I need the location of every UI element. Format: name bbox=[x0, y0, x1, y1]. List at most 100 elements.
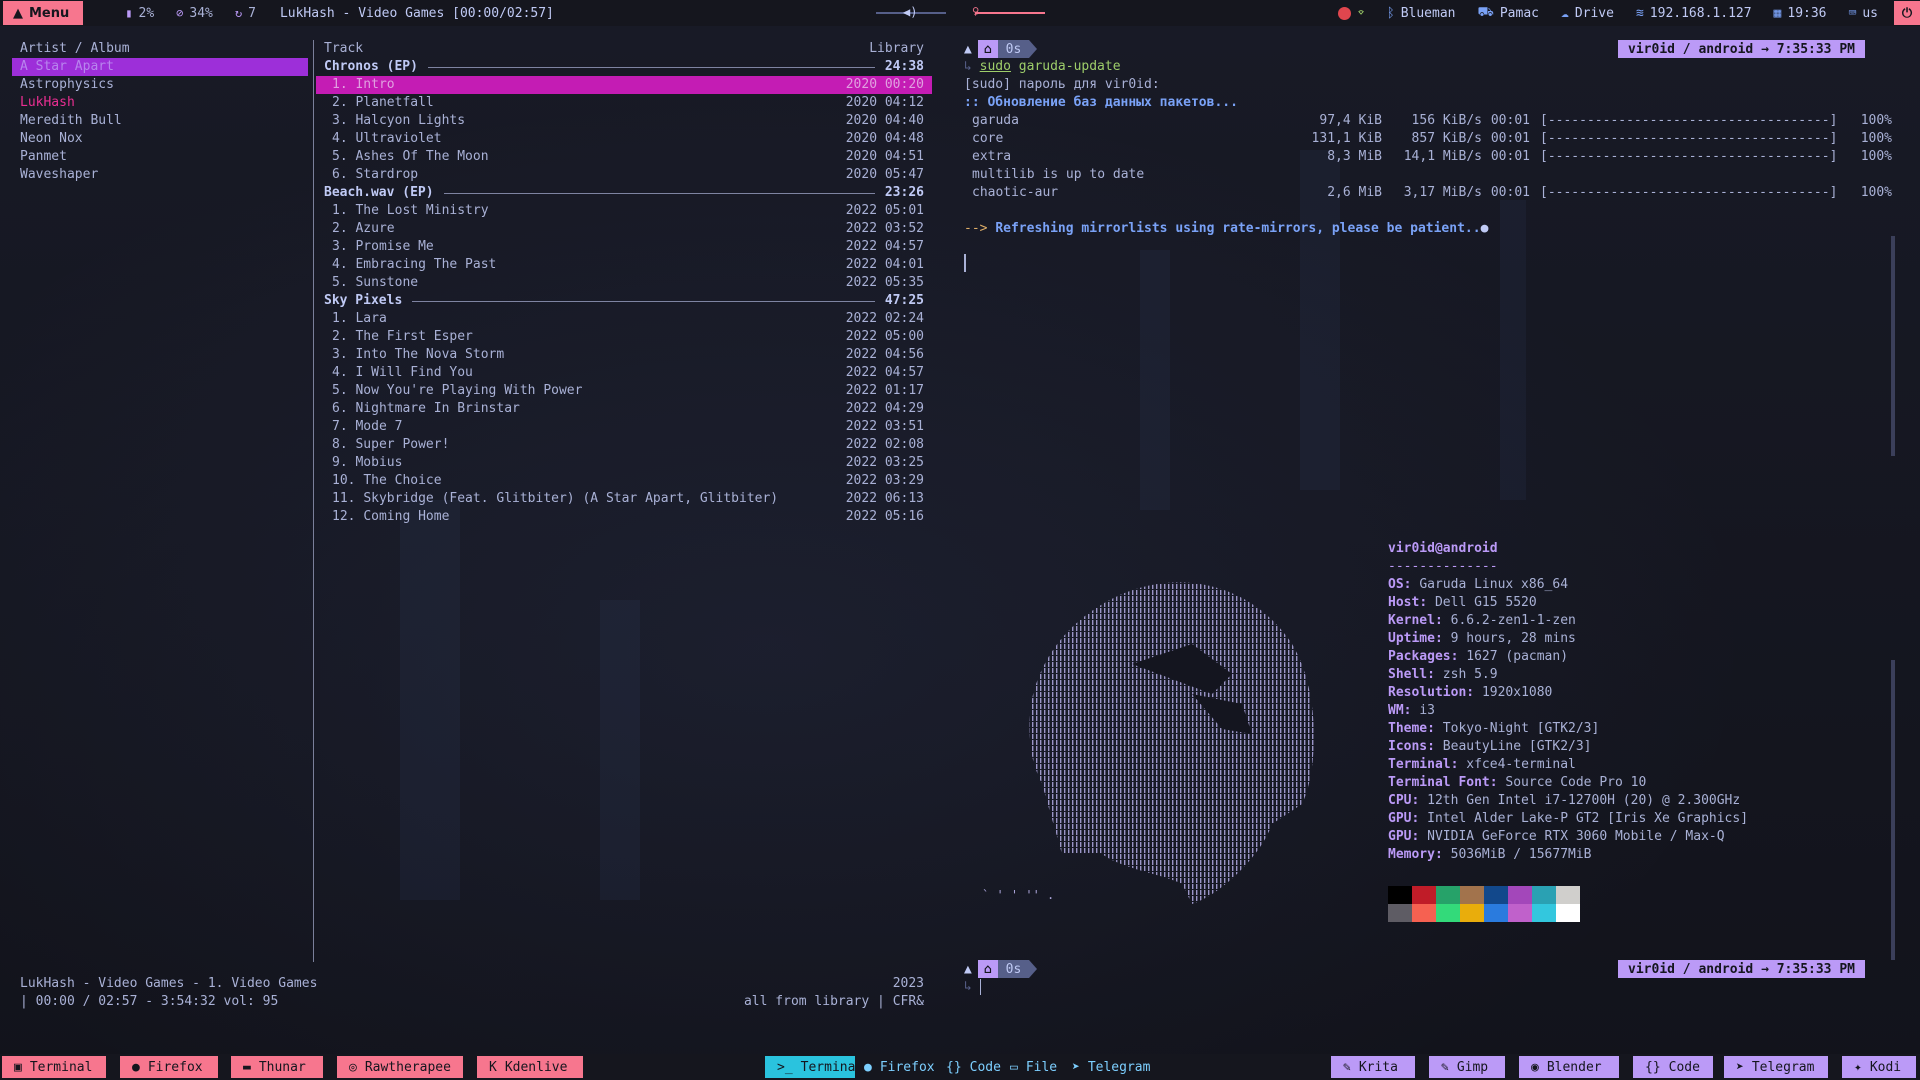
color-palette bbox=[1388, 886, 1580, 922]
palette-swatch bbox=[1460, 904, 1484, 922]
album-row[interactable]: Chronos (EP) 24:38 bbox=[316, 58, 932, 76]
track-row[interactable]: 11. Skybridge (Feat. Glitbiter) (A Star … bbox=[316, 490, 932, 508]
info-row: Shell: zsh 5.9 bbox=[1388, 667, 1498, 682]
palette-swatch bbox=[1556, 886, 1580, 904]
artist-item[interactable]: LukHash bbox=[12, 94, 308, 112]
track-title: 2. Azure bbox=[332, 221, 395, 236]
launcher-telegram[interactable]: ➤ Telegram bbox=[1724, 1056, 1828, 1078]
info-row: GPU: Intel Alder Lake-P GT2 [Iris Xe Gra… bbox=[1388, 811, 1749, 826]
track-row[interactable]: 3. Into The Nova Storm 2022 04:56 bbox=[316, 346, 932, 364]
track-row[interactable]: 1. The Lost Ministry 2022 05:01 bbox=[316, 202, 932, 220]
palette-swatch bbox=[1412, 904, 1436, 922]
track-title: 4. Embracing The Past bbox=[332, 257, 497, 272]
window-file[interactable]: ▭ File bbox=[1004, 1056, 1063, 1078]
track-title: 8. Super Power! bbox=[332, 437, 450, 452]
window-code[interactable]: {} Code bbox=[940, 1056, 1007, 1078]
launcher-firefox[interactable]: ● Firefox bbox=[120, 1056, 218, 1078]
input-line[interactable]: ↳ bbox=[964, 978, 981, 996]
window-firefox[interactable]: ● Firefox bbox=[858, 1056, 941, 1078]
brightness-slider[interactable] bbox=[975, 12, 1045, 14]
launcher-kdenlive[interactable]: K Kdenlive bbox=[477, 1056, 583, 1078]
brightness-icon[interactable]: ♀ bbox=[972, 4, 979, 18]
artist-pane: Artist / Album A Star Apart Astrophysics… bbox=[12, 40, 308, 184]
launcher-terminal[interactable]: ▣ Terminal bbox=[2, 1056, 106, 1078]
track-row[interactable]: 2. Planetfall 2020 04:12 bbox=[316, 94, 932, 112]
keyboard-icon: ⌨ bbox=[1848, 5, 1857, 21]
artist-item[interactable]: Meredith Bull bbox=[12, 112, 308, 130]
artist-item[interactable]: A Star Apart bbox=[12, 58, 308, 76]
album-row[interactable]: Sky Pixels 47:25 bbox=[316, 292, 932, 310]
status-line-2: | 00:00 / 02:57 - 3:54:32 vol: 95 all fr… bbox=[20, 994, 924, 1009]
artist-item[interactable]: Panmet bbox=[12, 148, 308, 166]
top-bar-right: ⌔ ᛒ Blueman ⛟ Pamac ☁ Drive ≋ 192.168.1.… bbox=[1316, 0, 1920, 26]
track-row[interactable]: 9. Mobius 2022 03:25 bbox=[316, 454, 932, 472]
terminal-icon: ▣ bbox=[14, 1059, 22, 1075]
track-title: 3. Into The Nova Storm bbox=[332, 347, 505, 362]
track-row[interactable]: 7. Mode 7 2022 03:51 bbox=[316, 418, 932, 436]
play-mode: all from library | CFR& bbox=[743, 994, 924, 1009]
power-button[interactable]: ⏻ bbox=[1894, 1, 1920, 25]
track-row[interactable]: 6. Stardrop 2020 05:47 bbox=[316, 166, 932, 184]
album-row[interactable]: Beach.wav (EP) 23:26 bbox=[316, 184, 932, 202]
track-meta: 2022 03:51 bbox=[845, 419, 924, 434]
info-row: Host: Dell G15 5520 bbox=[1388, 595, 1537, 610]
track-row[interactable]: 8. Super Power! 2022 02:08 bbox=[316, 436, 932, 454]
track-row[interactable]: 4. I Will Find You 2022 04:57 bbox=[316, 364, 932, 382]
keyboard-item[interactable]: ⌨ us bbox=[1849, 6, 1878, 21]
launcher-thunar[interactable]: ▬ Thunar bbox=[231, 1056, 323, 1078]
network-item[interactable]: ≋ 192.168.1.127 bbox=[1636, 6, 1752, 21]
menu-button[interactable]: ▲ Menu bbox=[3, 1, 84, 25]
track-row[interactable]: 5. Sunstone 2022 05:35 bbox=[316, 274, 932, 292]
track-row[interactable]: 2. Azure 2022 03:52 bbox=[316, 220, 932, 238]
track-row[interactable]: 12. Coming Home 2022 05:16 bbox=[316, 508, 932, 526]
track-row[interactable]: 5. Now You're Playing With Power 2022 01:… bbox=[316, 382, 932, 400]
volume-icon[interactable]: ◀) bbox=[903, 5, 917, 19]
launcher-code[interactable]: {} Code bbox=[1633, 1056, 1713, 1078]
scrollbar[interactable] bbox=[1891, 236, 1895, 456]
launcher-kodi[interactable]: ✦ Kodi bbox=[1842, 1056, 1916, 1078]
track-row[interactable]: 6. Nightmare In Brinstar 2022 04:29 bbox=[316, 400, 932, 418]
track-title: 2. Planetfall bbox=[332, 95, 434, 110]
launcher-gimp[interactable]: ✎ Gimp bbox=[1429, 1056, 1505, 1078]
track-row[interactable]: 10. The Choice 2022 03:29 bbox=[316, 472, 932, 490]
prompt-duration: 0s bbox=[997, 40, 1030, 58]
clock-item[interactable]: ▦ 19:36 bbox=[1774, 6, 1827, 21]
launcher-krita[interactable]: ✎ Krita bbox=[1331, 1056, 1415, 1078]
bluetooth-item[interactable]: ᛒ Blueman bbox=[1387, 6, 1456, 21]
download-row: chaotic-aur 2,6 MiB 3,17 MiB/s 00:01 [--… bbox=[972, 185, 1892, 200]
brush-icon: ✎ bbox=[1343, 1059, 1351, 1075]
track-row[interactable]: 2. The First Esper 2022 05:00 bbox=[316, 328, 932, 346]
track-meta: 2022 05:01 bbox=[845, 203, 924, 218]
track-row[interactable]: 3. Halcyon Lights 2020 04:40 bbox=[316, 112, 932, 130]
track-row[interactable]: 3. Promise Me 2022 04:57 bbox=[316, 238, 932, 256]
drive-item[interactable]: ☁ Drive bbox=[1561, 6, 1614, 21]
track-row[interactable]: 1. Lara 2022 02:24 bbox=[316, 310, 932, 328]
artist-header: Artist / Album bbox=[20, 41, 130, 56]
launcher-rawtherapee[interactable]: ◎ Rawtherapee bbox=[337, 1056, 463, 1078]
window-terminal[interactable]: >_ Terminal bbox=[765, 1056, 863, 1078]
artist-item[interactable]: Neon Nox bbox=[12, 130, 308, 148]
pamac-item[interactable]: ⛟ Pamac bbox=[1478, 5, 1540, 22]
terminal-neofetch[interactable]: ` ' ' '' . vir0id@android --------------… bbox=[960, 540, 1905, 1040]
launcher-blender[interactable]: ◉ Blender bbox=[1519, 1056, 1619, 1078]
scrollbar[interactable] bbox=[1891, 660, 1895, 960]
track-row[interactable]: 4. Embracing The Past 2022 04:01 bbox=[316, 256, 932, 274]
palette-swatch bbox=[1508, 886, 1532, 904]
terminal-update[interactable]: ▲ ⌂ 0s vir0id / android → 7:35:33 PM ↳ s… bbox=[960, 36, 1905, 526]
track-title: 6. Nightmare In Brinstar bbox=[332, 401, 520, 416]
updates-indicator[interactable]: ↻ 7 bbox=[235, 6, 256, 21]
track-row[interactable]: 5. Ashes Of The Moon 2020 04:51 bbox=[316, 148, 932, 166]
download-row: garuda 97,4 KiB 156 KiB/s 00:01 [-----------… bbox=[972, 113, 1892, 128]
artist-item[interactable]: Astrophysics bbox=[12, 76, 308, 94]
window-telegram[interactable]: ➤ Telegram bbox=[1066, 1056, 1156, 1078]
tray-chrome[interactable]: ⌔ bbox=[1338, 6, 1365, 21]
track-row[interactable]: 1. Intro 2020 00:20 bbox=[316, 76, 932, 94]
track-title: 3. Promise Me bbox=[332, 239, 434, 254]
calendar-icon: ▦ bbox=[1773, 5, 1782, 21]
info-row: GPU: NVIDIA GeForce RTX 3060 Mobile / Ma… bbox=[1388, 829, 1725, 844]
track-row[interactable]: 4. Ultraviolet 2020 04:48 bbox=[316, 130, 932, 148]
info-row: Resolution: 1920x1080 bbox=[1388, 685, 1553, 700]
artist-item[interactable]: Waveshaper bbox=[12, 166, 308, 184]
track-header-row: Track Library bbox=[316, 40, 932, 58]
track-title: 10. The Choice bbox=[332, 473, 442, 488]
